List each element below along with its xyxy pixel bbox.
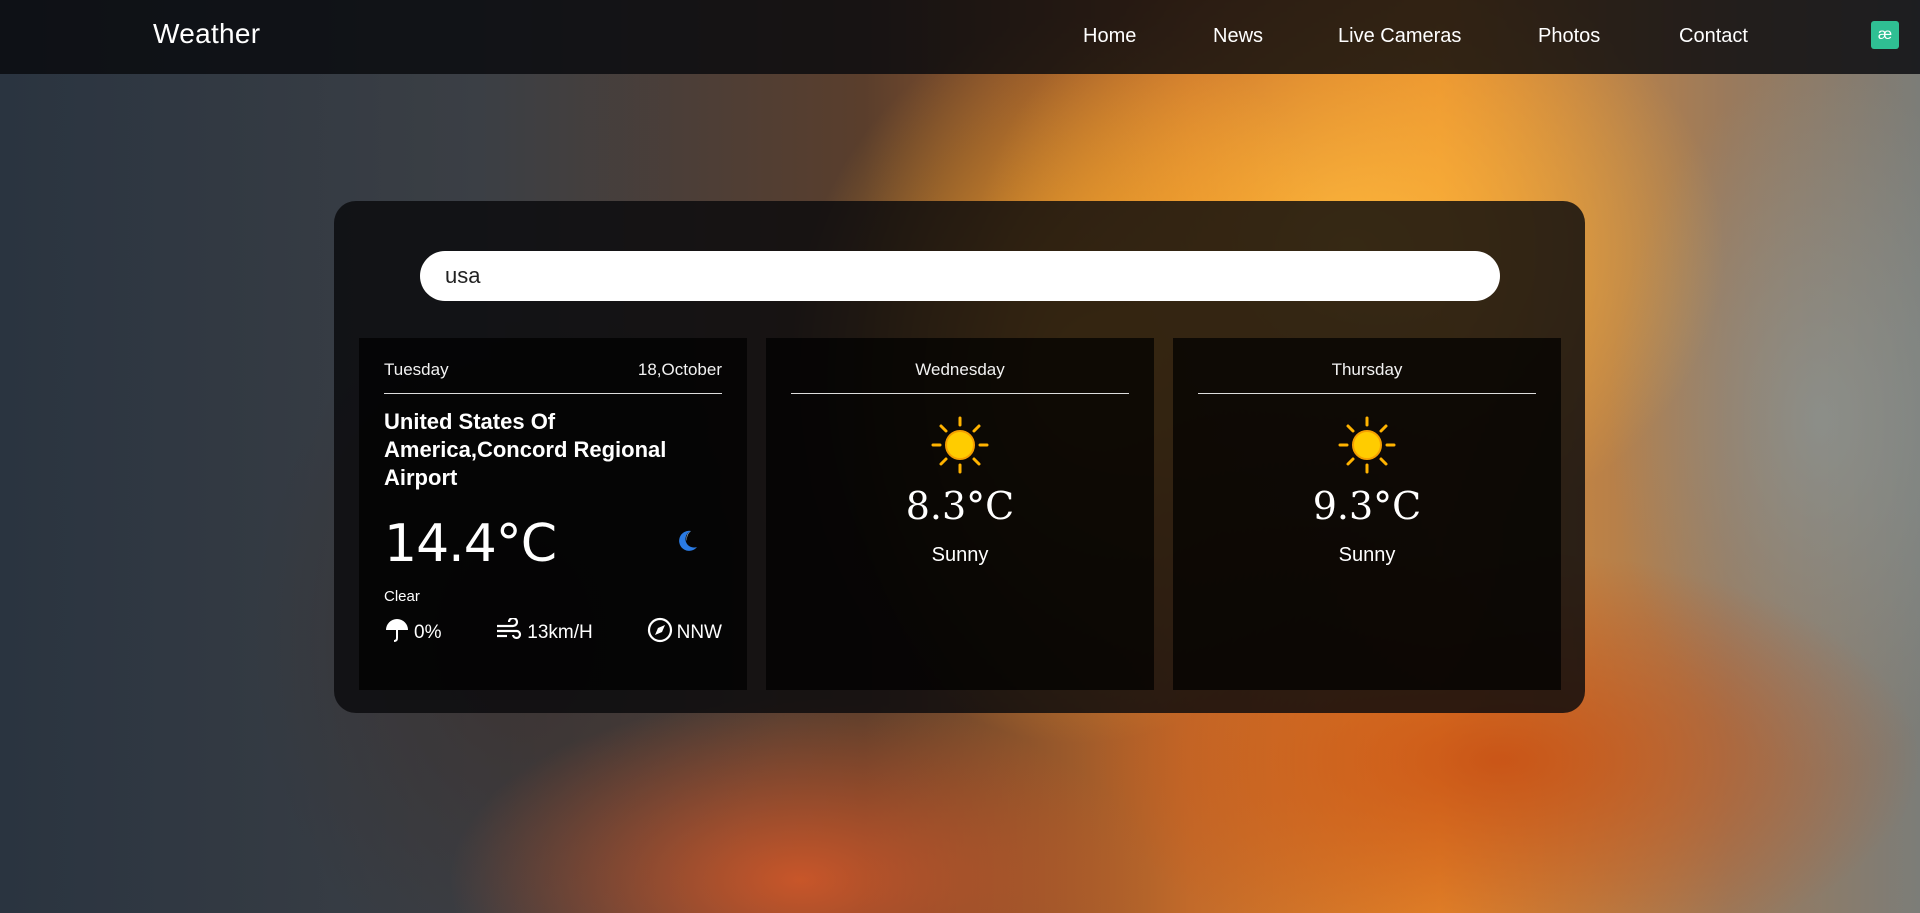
nav-live-cameras[interactable]: Live Cameras	[1338, 25, 1461, 48]
navbar: Weather Home News Live Cameras Photos Co…	[0, 0, 1920, 74]
nav-home[interactable]: Home	[1083, 25, 1136, 48]
moon-icon	[674, 528, 700, 561]
forecast-card-2: Thursday 9.3°C Sunny	[1173, 338, 1561, 690]
wind-speed: 13km/H	[527, 622, 593, 643]
forecast-header: Wednesday	[791, 360, 1129, 394]
nav-news[interactable]: News	[1213, 25, 1263, 48]
nav-contact[interactable]: Contact	[1679, 25, 1748, 48]
extension-icon[interactable]: æ	[1871, 21, 1899, 49]
umbrella-icon	[384, 618, 410, 648]
today-date: 18,October	[637, 360, 722, 379]
rain-stat: 0%	[384, 617, 441, 649]
brand-logo[interactable]: Weather	[153, 18, 260, 50]
current-condition: Clear	[384, 588, 420, 605]
forecast-condition: Sunny	[931, 544, 989, 566]
sun-icon	[1338, 416, 1396, 474]
forecast-temperature: 8.3°C	[905, 484, 1015, 528]
today-card: Tuesday 18,October United States Of Amer…	[359, 338, 747, 690]
forecast-temperature: 9.3°C	[1312, 484, 1422, 528]
forecast-card-1: Wednesday 8.3°C Sunny	[766, 338, 1154, 690]
forecast-condition: Sunny	[1338, 544, 1396, 566]
forecast-day: Thursday	[1331, 360, 1403, 379]
weather-stats: 0% 13km/H NNW	[384, 616, 722, 649]
nav-photos[interactable]: Photos	[1538, 25, 1600, 48]
location-name: United States Of America,Concord Regiona…	[384, 409, 667, 490]
search-input[interactable]	[420, 251, 1500, 301]
wind-stat: 13km/H	[495, 616, 593, 649]
forecast-header: Thursday	[1198, 360, 1536, 394]
direction-stat: NNW	[647, 617, 722, 649]
current-temperature: 14.4°C	[384, 514, 557, 574]
wind-icon	[495, 616, 523, 648]
compass-icon	[647, 617, 673, 649]
today-header: Tuesday 18,October	[384, 360, 722, 394]
today-day: Tuesday	[384, 360, 449, 379]
wind-direction: NNW	[676, 622, 722, 643]
sun-icon	[931, 416, 989, 474]
rain-chance: 0%	[414, 622, 442, 643]
forecast-day: Wednesday	[915, 360, 1005, 379]
weather-panel: Tuesday 18,October United States Of Amer…	[334, 201, 1585, 713]
